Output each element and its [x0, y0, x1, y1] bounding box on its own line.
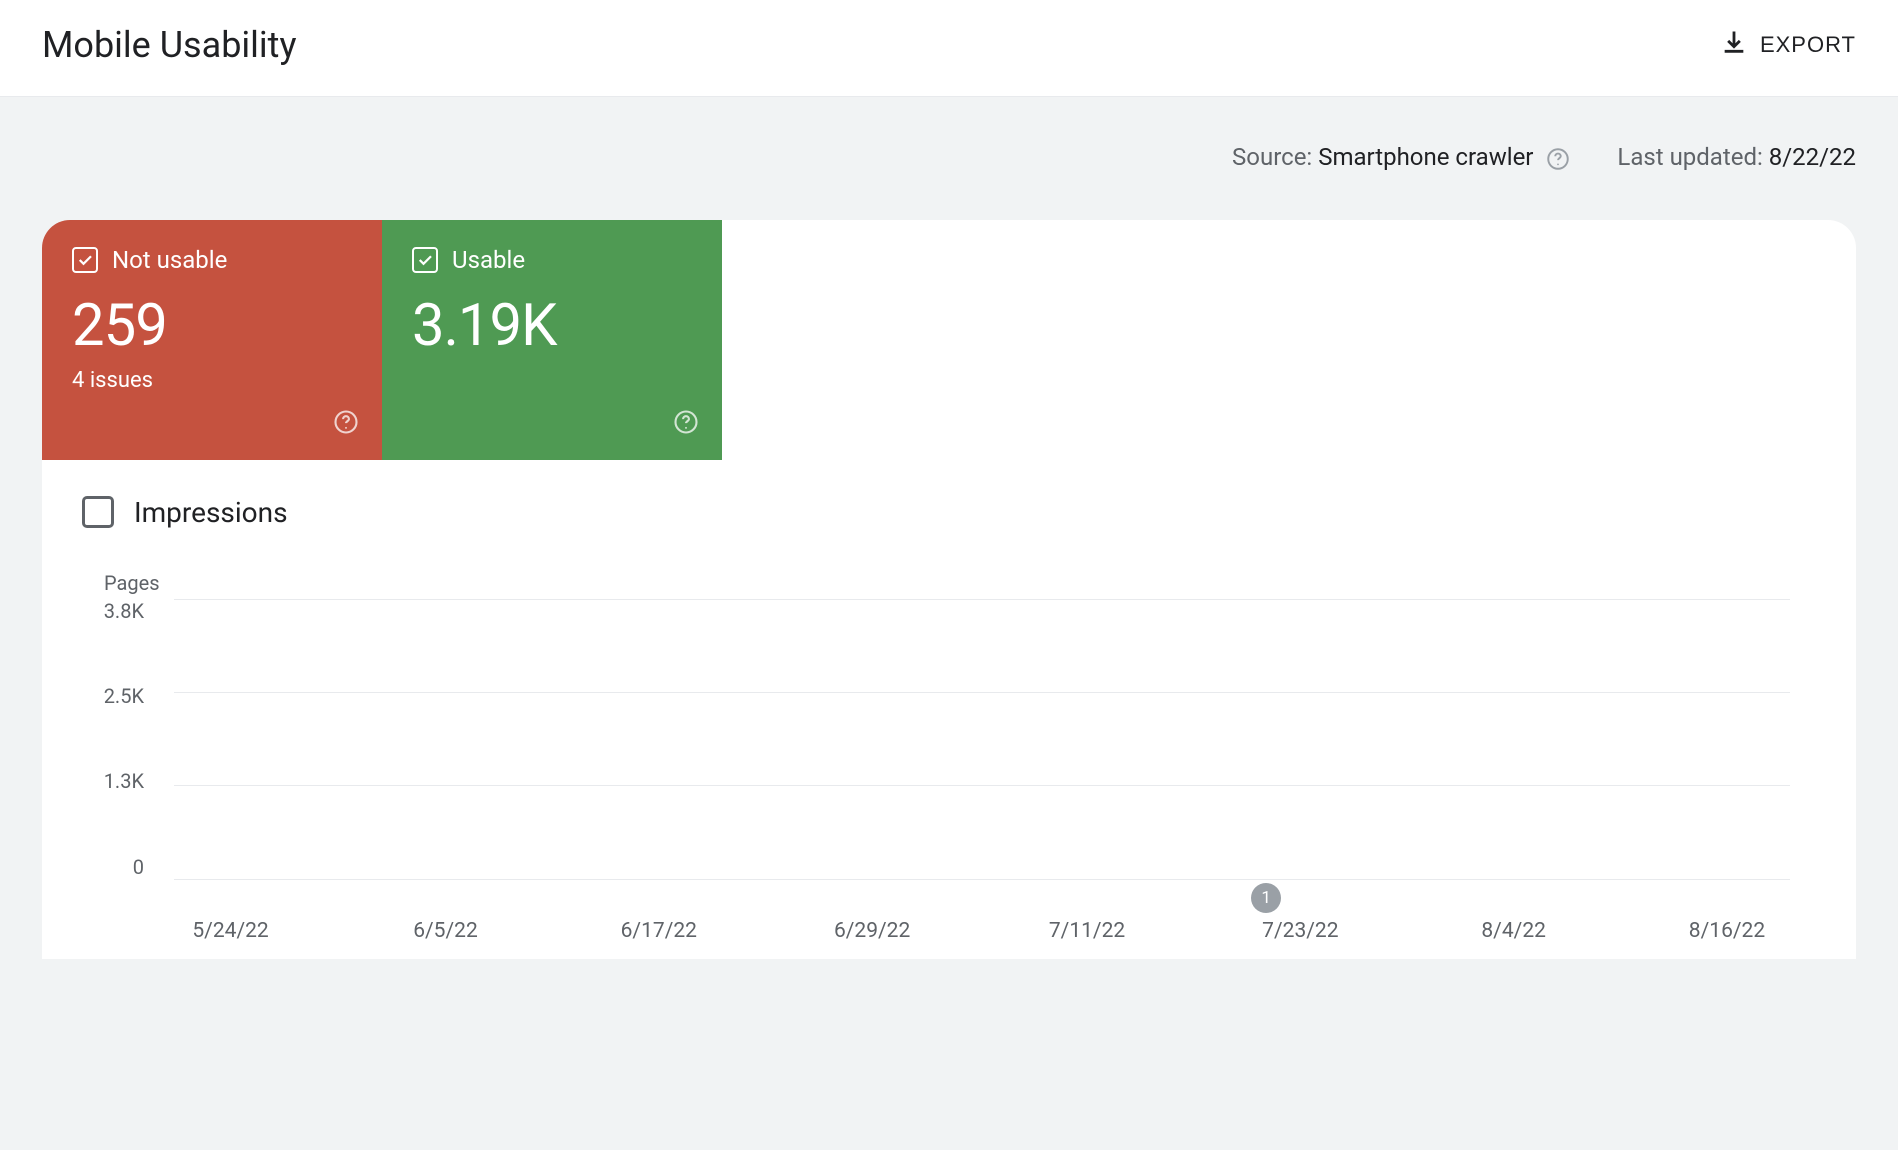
updated-label: Last updated: — [1617, 143, 1768, 171]
chart-bars — [174, 599, 1790, 879]
help-icon[interactable] — [1545, 146, 1571, 172]
impressions-checkbox[interactable] — [82, 496, 114, 528]
tile-label: Usable — [452, 246, 525, 274]
download-icon — [1720, 28, 1748, 62]
chart-plot[interactable]: 1 — [174, 599, 1790, 879]
tile-label: Not usable — [112, 246, 227, 274]
source-text: Source: Smartphone crawler — [1232, 143, 1571, 172]
export-label: EXPORT — [1760, 32, 1856, 58]
impressions-label: Impressions — [134, 496, 288, 529]
updated-value: 8/22/22 — [1769, 143, 1856, 171]
y-axis-title: Pages — [104, 571, 1790, 595]
source-value: Smartphone crawler — [1318, 143, 1533, 171]
help-icon[interactable] — [672, 408, 700, 440]
marker-label: 1 — [1261, 888, 1271, 908]
tile-not-usable[interactable]: Not usable 259 4 issues — [42, 220, 382, 460]
y-tick: 0 — [133, 855, 144, 879]
x-tick: 8/4/22 — [1481, 919, 1546, 943]
x-tick: 6/29/22 — [834, 919, 910, 943]
page-title: Mobile Usability — [42, 24, 297, 66]
tile-header: Not usable — [72, 246, 352, 274]
y-tick: 1.3K — [104, 769, 144, 793]
x-tick: 7/11/22 — [1049, 919, 1125, 943]
help-icon[interactable] — [332, 408, 360, 440]
meta-row: Source: Smartphone crawler Last updated:… — [0, 97, 1898, 220]
checkbox-checked-icon[interactable] — [72, 247, 98, 273]
checkbox-checked-icon[interactable] — [412, 247, 438, 273]
summary-card: Not usable 259 4 issues Usable 3.19K Imp… — [42, 220, 1856, 959]
summary-tiles: Not usable 259 4 issues Usable 3.19K — [42, 220, 1856, 460]
x-axis: 5/24/22 6/5/22 6/17/22 6/29/22 7/11/22 7/23/2… — [174, 919, 1790, 949]
x-tick: 7/23/22 — [1262, 919, 1338, 943]
y-tick: 3.8K — [104, 599, 144, 623]
y-axis: 3.8K 2.5K 1.3K 0 — [100, 599, 154, 879]
export-button[interactable]: EXPORT — [1720, 28, 1856, 62]
tile-value: 259 — [72, 292, 352, 360]
tile-header: Usable — [412, 246, 692, 274]
x-tick: 6/5/22 — [413, 919, 478, 943]
tile-value: 3.19K — [412, 292, 692, 360]
x-tick: 5/24/22 — [192, 919, 268, 943]
tile-subtext: 4 issues — [72, 368, 352, 393]
impressions-toggle-row: Impressions — [42, 460, 1856, 547]
y-tick: 2.5K — [104, 684, 144, 708]
updated-text: Last updated: 8/22/22 — [1617, 143, 1856, 171]
x-tick: 6/17/22 — [621, 919, 697, 943]
x-tick: 8/16/22 — [1689, 919, 1765, 943]
chart-event-marker[interactable]: 1 — [1251, 883, 1281, 913]
tile-usable[interactable]: Usable 3.19K — [382, 220, 722, 460]
source-label: Source: — [1232, 143, 1318, 171]
page-header: Mobile Usability EXPORT — [0, 0, 1898, 97]
chart-container: Pages 3.8K 2.5K 1.3K 0 1 5/24/22 6/5/22 6/… — [42, 547, 1856, 959]
